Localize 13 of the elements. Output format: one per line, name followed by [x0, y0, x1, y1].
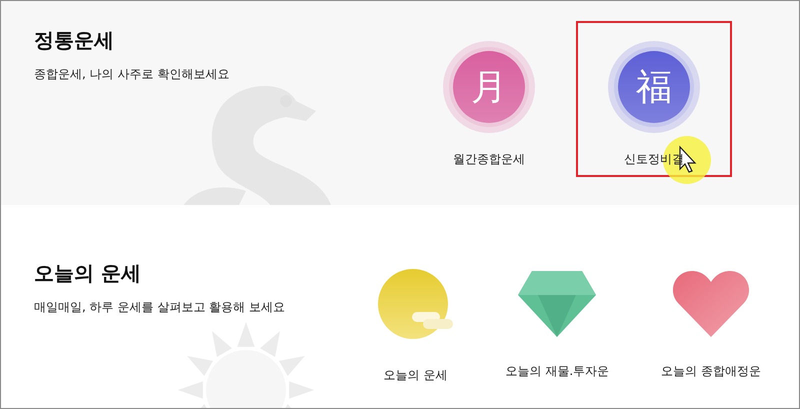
- section-title: 정통운세: [34, 27, 115, 54]
- fortune-link[interactable]: 오늘의 재물.투자운: [506, 363, 610, 380]
- heart-icon: [673, 269, 750, 337]
- seal-glyph: 月: [471, 66, 507, 110]
- gem-icon: [518, 269, 596, 337]
- fortune-link[interactable]: 오늘의 종합애정운: [661, 363, 761, 380]
- section-subtitle: 매일매일, 하루 운세를 살펴보고 활용해 보세요: [34, 299, 285, 316]
- seal-glyph: 福: [636, 66, 672, 110]
- fortune-link[interactable]: 월간종합운세: [453, 151, 525, 168]
- fortune-link[interactable]: 오늘의 운세: [384, 367, 448, 384]
- section-subtitle: 종합운세, 나의 사주로 확인해보세요: [34, 66, 230, 83]
- sun-cloud-icon: [378, 269, 454, 341]
- section-title: 오늘의 운세: [34, 260, 142, 287]
